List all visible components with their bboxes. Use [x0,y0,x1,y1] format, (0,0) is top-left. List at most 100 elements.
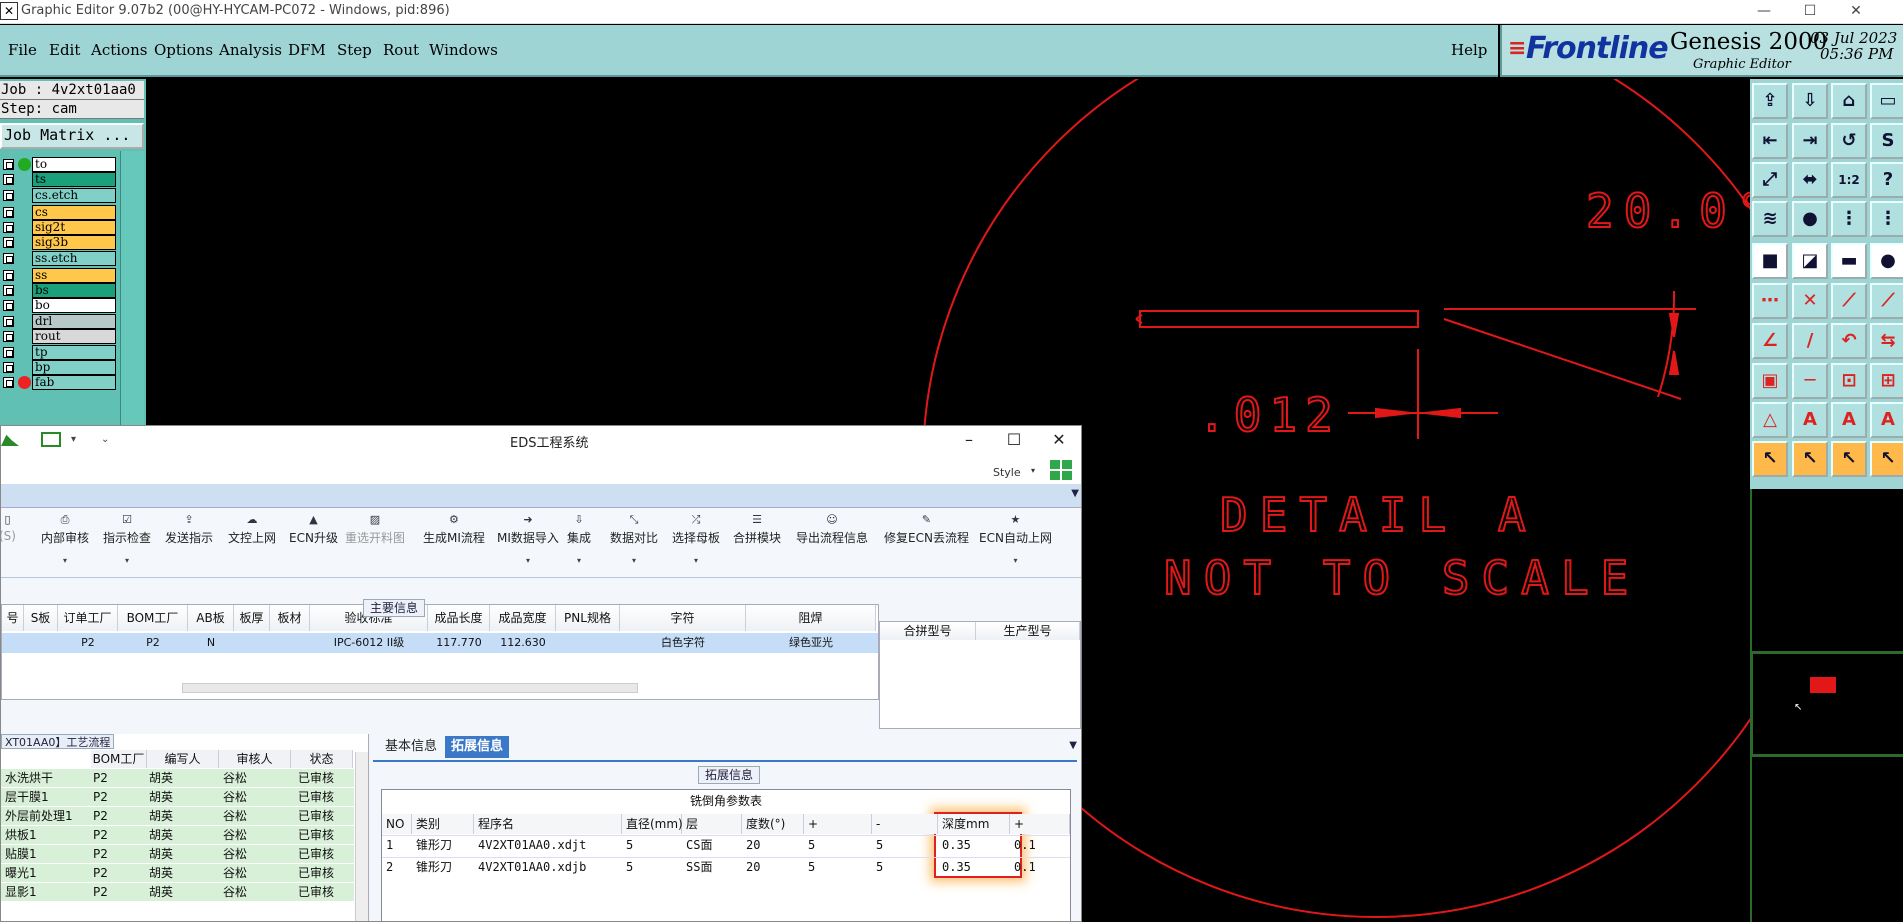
arc-icon[interactable]: ↶ [1831,323,1867,359]
table-cell[interactable]: 锥形刀 [412,835,474,855]
table-cell[interactable]: 5 [804,835,872,855]
menu-options[interactable]: Options [154,41,213,59]
triangle3-icon[interactable]: A [1831,402,1867,438]
zoom-out-icon[interactable]: ⇥ [1792,123,1828,159]
connect-icon[interactable]: ⋯ [1752,283,1788,319]
chevron-down-icon[interactable]: ▾ [71,434,76,445]
ribbon-button-10[interactable]: ⤡ 数据对比 ▾ [610,514,658,566]
chevron-down-icon[interactable]: ▼ [1069,740,1077,751]
column-header[interactable]: 度数(°) [742,814,804,834]
table-cell[interactable]: 4V2XT01AA0.xdjb [474,857,622,877]
column-header[interactable]: 层 [682,814,742,834]
maximize-button[interactable]: ☐ [1787,0,1833,22]
tab-basic-info[interactable]: 基本信息 [379,736,443,758]
table-cell[interactable]: 5 [622,835,682,855]
ruler-icon[interactable]: ▬ [1831,243,1867,279]
layer-checkbox[interactable] [3,331,14,342]
ribbon-button-11[interactable]: ⤮ 选择母板 ▾ [672,514,720,566]
table-cell[interactable]: 5 [872,857,938,877]
slope-icon[interactable]: / [1792,323,1828,359]
layer-row-bo[interactable]: bo [0,298,118,313]
layer-checkbox[interactable] [3,377,14,388]
layer-row-ss-etch[interactable]: ss.etch [0,251,118,266]
column-header[interactable]: AB板 [188,605,234,631]
column-header[interactable]: 生产型号 [976,622,1080,640]
table-cell[interactable]: 锥形刀 [412,857,474,877]
tab-extended-info[interactable]: 拓展信息 [445,736,510,758]
layer-name[interactable]: ss [32,268,116,283]
menu-help[interactable]: Help [1451,41,1487,59]
column-header[interactable]: 合拼型号 [880,622,976,640]
layer-checkbox[interactable] [3,207,14,218]
menu-actions[interactable]: Actions [91,41,147,59]
table-cell[interactable]: 5 [872,835,938,855]
menu-dfm[interactable]: DFM [288,41,326,59]
layer-row-bp[interactable]: bp [0,360,118,375]
table-cell[interactable]: 5 [622,857,682,877]
layer-name[interactable]: to [32,157,116,172]
column-header[interactable]: + [804,814,872,834]
layer-checkbox[interactable] [3,347,14,358]
layer-row-rout[interactable]: rout [0,329,118,344]
menu-windows[interactable]: Windows [429,41,498,59]
open-job-icon[interactable]: ⇪ [1752,83,1788,119]
layer-row-bs[interactable]: bs [0,283,118,298]
column-header[interactable]: 程序名 [474,814,622,834]
column-header[interactable]: - [872,814,938,834]
layer-name[interactable]: cs.etch [32,188,116,203]
layer-row-fab[interactable]: fab [0,375,118,390]
flip-icon[interactable]: ⇆ [1870,323,1903,359]
layer-name[interactable]: bp [32,360,116,375]
pointer3-icon[interactable]: ↖ [1831,441,1867,477]
ribbon-button-2[interactable]: ☑ 指示检查 ▾ [103,514,151,566]
table-cell[interactable]: 2 [382,857,412,877]
minimize-button[interactable]: — [1741,0,1787,22]
layer-checkbox[interactable] [3,159,14,170]
menu-analysis[interactable]: Analysis [219,41,282,59]
ribbon-button-4[interactable]: ☁ 文控上网 [228,514,276,565]
layout-icon[interactable]: ▭ [1870,83,1903,119]
line-edit-icon[interactable]: ─ [1792,363,1828,399]
style-menu[interactable]: Style [993,466,1021,479]
line-icon[interactable]: ⟋ [1831,283,1867,319]
ribbon-button-0[interactable]: ▯ (S) [1,514,16,562]
column-header[interactable]: BOM工厂 [118,605,188,631]
layer-row-sig2t[interactable]: sig2t [0,220,118,235]
menu-rout[interactable]: Rout [383,41,419,59]
quick-access-icon[interactable]: ⌄ [101,434,109,445]
layer-row-ts[interactable]: ts [0,172,118,187]
column-header[interactable]: 订单工厂 [58,605,118,631]
layer-name[interactable]: ss.etch [32,251,116,266]
table-cell[interactable]: 1 [382,835,412,855]
layer-row-tp[interactable]: tp [0,345,118,360]
angle-icon[interactable]: ∠ [1752,323,1788,359]
job-matrix-button[interactable]: Job Matrix ... [0,123,144,149]
table-cell[interactable]: SS面 [682,857,742,877]
column-header[interactable]: 板厚 [234,605,270,631]
overview-map[interactable]: ↖ [1752,653,1903,755]
layer-row-ss[interactable]: ss [0,268,118,283]
horizontal-scrollbar[interactable] [182,683,638,693]
column-header[interactable]: PNL规格 [556,605,620,631]
layer-row-drl[interactable]: drl [0,314,118,329]
ribbon-button-14[interactable]: ✎ 修复ECN丢流程 [884,514,969,565]
layer-checkbox[interactable] [3,174,14,185]
layer-checkbox[interactable] [3,316,14,327]
fit-icon[interactable]: ⤢ [1752,162,1788,198]
table-cell[interactable]: 0.1 [1010,857,1070,877]
zoom-in-icon[interactable]: ⇤ [1752,123,1788,159]
column-header[interactable]: NO [382,814,412,834]
home-icon[interactable]: ⌂ [1831,83,1867,119]
ribbon-button-15[interactable]: ★ ECN自动上网 ▾ [979,514,1052,566]
layer-name[interactable]: bs [32,283,116,298]
ribbon-button-9[interactable]: ⇩ 集成 ▾ [567,514,591,566]
column-header[interactable]: 阻焊 [746,605,876,631]
layer-name[interactable]: sig3b [32,235,116,250]
layer-checkbox[interactable] [3,222,14,233]
column-header[interactable]: + [1010,814,1070,834]
layer-row-cs-etch[interactable]: cs.etch [0,188,118,203]
menu-edit[interactable]: Edit [49,41,80,59]
layer-name[interactable]: sig2t [32,220,116,235]
triangle-icon[interactable]: △ [1752,402,1788,438]
table-cell[interactable]: 0.35 [938,835,1010,855]
